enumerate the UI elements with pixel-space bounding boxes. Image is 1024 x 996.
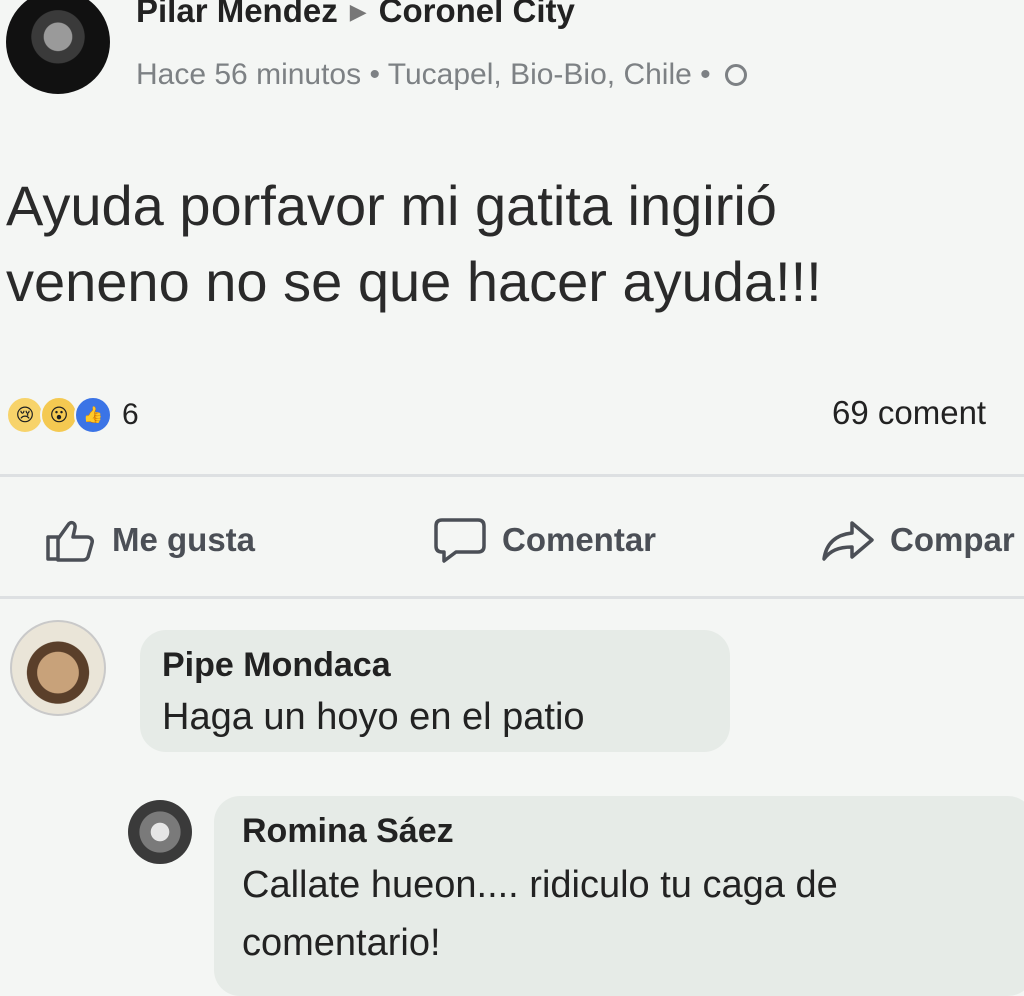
reply-text: Callate hueon.... ridiculo tu caga de [242, 864, 838, 906]
comment-button[interactable]: Comentar [432, 512, 656, 568]
reply-avatar[interactable] [128, 800, 192, 864]
globe-icon [725, 64, 748, 86]
speech-bubble-icon [434, 518, 486, 563]
comments-count-link[interactable]: 69 coment [832, 394, 986, 432]
comment-bubble: Pipe Mondaca Haga un hoyo en el patio [140, 630, 730, 752]
thumbs-up-icon [46, 520, 94, 562]
meta-separator: • [369, 58, 380, 91]
arrow-right-icon: ▶ [349, 0, 367, 24]
share-button[interactable]: Compar [820, 512, 1015, 568]
comment-label: Comentar [502, 521, 657, 558]
divider [0, 474, 1024, 477]
reply-bubble: Romina Sáez Callate hueon.... ridiculo t… [214, 796, 1024, 996]
like-reaction-icon: 👍 [74, 396, 112, 434]
meta-separator-2: • [700, 58, 711, 91]
author-name-link[interactable]: Pilar Mendez [136, 0, 338, 29]
post-location[interactable]: Tucapel, Bio-Bio, Chile [388, 58, 692, 91]
share-arrow-icon [822, 521, 874, 561]
divider-2 [0, 596, 1024, 599]
reply-text-line2: comentario! [242, 922, 441, 964]
wow-reaction-icon: 😮 [40, 396, 78, 434]
post-text: Ayuda porfavor mi gatita ingirió veneno … [6, 174, 822, 313]
comment-author[interactable]: Pipe Mondaca [162, 646, 391, 685]
post-author-line: Pilar Mendez ▶ Coronel City [136, 0, 575, 30]
post-time[interactable]: Hace 56 minutos [136, 58, 361, 91]
like-button[interactable]: Me gusta [44, 512, 255, 568]
reactions-count: 6 [122, 398, 139, 431]
comment-text: Haga un hoyo en el patio [162, 696, 585, 738]
share-label: Compar [890, 521, 1015, 558]
group-name-link[interactable]: Coronel City [379, 0, 575, 29]
like-label: Me gusta [112, 521, 256, 558]
author-avatar[interactable] [6, 0, 110, 94]
reactions-summary[interactable]: 😢 😮 👍 6 [6, 394, 139, 436]
reply-author[interactable]: Romina Sáez [242, 812, 454, 851]
post-meta: Hace 56 minutos • Tucapel, Bio-Bio, Chil… [136, 58, 748, 92]
sad-reaction-icon: 😢 [6, 396, 44, 434]
commenter-avatar[interactable] [10, 620, 106, 716]
